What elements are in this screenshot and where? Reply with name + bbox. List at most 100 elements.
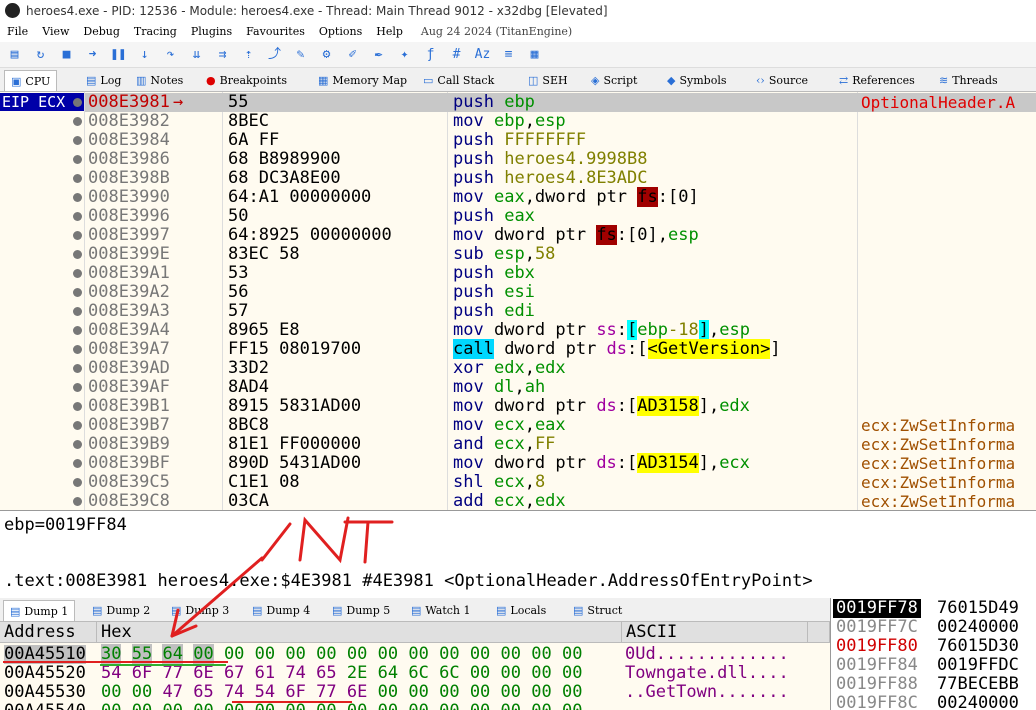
hex-byte[interactable]: 30: [101, 644, 122, 664]
hex-byte[interactable]: 64: [162, 644, 183, 664]
hex-byte[interactable]: 64: [378, 663, 398, 683]
breakpoint-marker-icon[interactable]: [73, 117, 82, 126]
tab-threads[interactable]: ≋ Threads: [933, 70, 1004, 91]
hex-byte[interactable]: 00: [470, 701, 490, 710]
hex-byte[interactable]: 65: [316, 663, 336, 683]
patch-icon[interactable]: ⚙: [318, 46, 335, 63]
disasm-row[interactable]: 008E39A4 8965 E8 mov dword ptr ss:[ebp-18]…: [85, 320, 1036, 340]
dump-row[interactable]: 00A45520 54 6F 77 6E 67 61 74 65 2E 64 6C…: [0, 664, 830, 683]
hex-byte[interactable]: 54: [101, 663, 121, 683]
breakpoint-marker-icon[interactable]: [73, 364, 82, 373]
menu-view[interactable]: View: [35, 22, 76, 42]
breakpoint-marker-icon[interactable]: [73, 345, 82, 354]
trace-into-icon[interactable]: ⇊: [188, 46, 205, 63]
disasm-row[interactable]: 008E39A2 56 push esi: [85, 283, 1036, 302]
breakpoint-marker-icon[interactable]: [73, 136, 82, 145]
disasm-row[interactable]: 008E3986 68 B8989900 push heroes4.9998B8: [85, 150, 1036, 169]
disasm-row[interactable]: 008E39C8 03CA add ecx,edx ecx:ZwSetInforma: [85, 492, 1036, 511]
disasm-row[interactable]: 008E39A1 53 push ebx: [85, 264, 1036, 283]
hex-byte[interactable]: 00: [470, 663, 490, 683]
hex-byte[interactable]: 00: [316, 644, 336, 664]
breakpoint-marker-icon[interactable]: [73, 326, 82, 335]
breakpoint-marker-icon[interactable]: [73, 383, 82, 392]
dump-row[interactable]: 00A45530 00 00 47 65 74 54 6F 77 6E 00 00…: [0, 683, 830, 702]
tab-cpu[interactable]: ▣ CPU: [4, 70, 58, 91]
breakpoint-marker-icon[interactable]: [73, 193, 82, 202]
tab-locals[interactable]: ▤ Locals: [490, 600, 552, 621]
bookmark-icon[interactable]: ✦: [396, 46, 413, 63]
hex-byte[interactable]: 47: [162, 682, 182, 702]
hex-byte[interactable]: 00: [562, 663, 582, 683]
stack-row[interactable]: 0019FF84 0019FFDC: [831, 656, 1036, 675]
restart-icon[interactable]: ↻: [32, 46, 49, 63]
stack-view[interactable]: 0019FF78 76015D49 0019FF7C 00240000 0019FF80…: [830, 598, 1036, 710]
column-header-hex[interactable]: Hex: [97, 622, 622, 643]
run-to-user-code-icon[interactable]: ⤴: [266, 46, 283, 63]
breakpoint-marker-icon[interactable]: [73, 269, 82, 278]
hex-byte[interactable]: 00: [285, 644, 305, 664]
hex-byte[interactable]: 00: [255, 644, 275, 664]
disassembly-view[interactable]: EIP ECX 008E3981 → 55 push ebp OptionalHeade…: [0, 92, 1036, 510]
tab-dump-3[interactable]: ▤ Dump 3: [165, 600, 235, 621]
breakpoint-marker-icon[interactable]: [73, 459, 82, 468]
hex-byte[interactable]: 00: [531, 701, 551, 710]
pause-icon[interactable]: ❚❚: [110, 46, 127, 63]
hex-byte[interactable]: 6F: [132, 663, 152, 683]
tab-source[interactable]: ‹› Source: [750, 70, 814, 91]
hex-byte[interactable]: 00: [101, 701, 121, 710]
hex-byte[interactable]: 00: [562, 682, 582, 702]
hex-byte[interactable]: 6F: [285, 682, 305, 702]
calculator-icon[interactable]: ▦: [526, 46, 543, 63]
disasm-row[interactable]: 008E39B9 81E1 FF000000 and ecx,FF ecx:ZwSet…: [85, 435, 1036, 455]
disasm-row[interactable]: 008E3997 64:8925 00000000 mov dword ptr fs…: [85, 225, 1036, 245]
hex-byte[interactable]: 6E: [193, 663, 213, 683]
tab-symbols[interactable]: ◆ Symbols: [661, 70, 732, 91]
font-icon[interactable]: Az: [474, 46, 491, 63]
disasm-row[interactable]: 008E39A7 FF15 08019700 call dword ptr ds:[…: [85, 339, 1036, 359]
open-icon[interactable]: ▤: [6, 46, 23, 63]
hex-byte[interactable]: 00: [193, 701, 213, 710]
hex-byte[interactable]: 00: [101, 682, 121, 702]
hex-byte[interactable]: 00: [501, 663, 521, 683]
tab-struct[interactable]: ▤ Struct: [567, 600, 628, 621]
breakpoint-marker-icon[interactable]: [73, 174, 82, 183]
tab-dump-4[interactable]: ▤ Dump 4: [246, 600, 316, 621]
hex-byte[interactable]: 67: [224, 663, 244, 683]
run-icon[interactable]: ➜: [84, 46, 101, 63]
hex-byte[interactable]: 6C: [408, 663, 428, 683]
tab-breakpoints[interactable]: ● Breakpoints: [200, 70, 293, 91]
disasm-row[interactable]: 008E39B7 8BC8 mov ecx,eax ecx:ZwSetInforma: [85, 416, 1036, 436]
hex-byte[interactable]: 00: [531, 663, 551, 683]
column-header-ascii[interactable]: ASCII: [622, 622, 808, 643]
hex-byte[interactable]: 00: [193, 644, 214, 664]
hex-byte[interactable]: 00: [470, 644, 490, 664]
execute-till-return-icon[interactable]: ⇡: [240, 46, 257, 63]
label-icon[interactable]: ✒: [370, 46, 387, 63]
tab-memory-map[interactable]: ▦ Memory Map: [312, 70, 413, 91]
hex-byte[interactable]: 00: [132, 682, 152, 702]
menu-plugins[interactable]: Plugins: [184, 22, 239, 42]
tab-script[interactable]: ◈ Script: [585, 70, 643, 91]
hex-byte[interactable]: 00: [408, 644, 428, 664]
stack-row[interactable]: 0019FF88 77BECEBB: [831, 675, 1036, 694]
disasm-row[interactable]: 008E39BF 890D 5431AD00 mov dword ptr ds:[A…: [85, 453, 1036, 473]
hex-byte[interactable]: 00: [501, 644, 521, 664]
strings-icon[interactable]: ≡: [500, 46, 517, 63]
hex-byte[interactable]: 00: [347, 644, 367, 664]
hex-byte[interactable]: 00: [378, 682, 398, 702]
script-icon[interactable]: ✎: [292, 46, 309, 63]
stack-row[interactable]: 0019FF80 76015D30: [831, 637, 1036, 656]
menu-help[interactable]: Help: [369, 22, 410, 42]
column-header-address[interactable]: Address: [0, 622, 97, 643]
tab-watch-1[interactable]: ▤ Watch 1: [405, 600, 476, 621]
hex-byte[interactable]: 00: [501, 701, 521, 710]
menu-file[interactable]: File: [0, 22, 35, 42]
tab-dump-2[interactable]: ▤ Dump 2: [86, 600, 156, 621]
disasm-row[interactable]: 008E3982 8BEC mov ebp,esp: [85, 112, 1036, 131]
hex-byte[interactable]: 6E: [347, 682, 367, 702]
menu-tracing[interactable]: Tracing: [127, 22, 184, 42]
breakpoint-marker-icon[interactable]: [73, 478, 82, 487]
hex-byte[interactable]: 00: [408, 701, 428, 710]
tab-seh[interactable]: ◫ SEH: [522, 70, 574, 91]
hex-byte[interactable]: 00: [562, 644, 582, 664]
